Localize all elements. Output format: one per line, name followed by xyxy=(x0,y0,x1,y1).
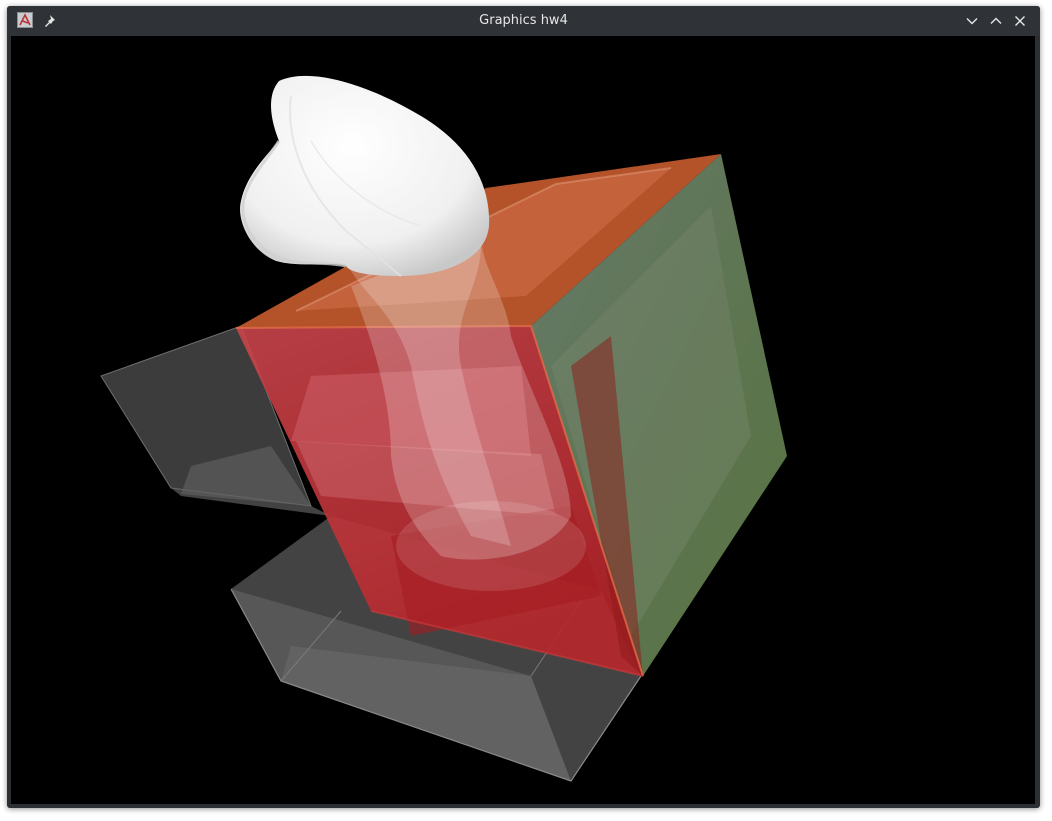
window-title: Graphics hw4 xyxy=(479,13,568,28)
scene-render xyxy=(100,75,787,782)
chevron-down-icon xyxy=(966,18,978,25)
app-window: Graphics hw4 xyxy=(7,6,1040,808)
close-icon xyxy=(1015,16,1025,26)
maximize-button[interactable] xyxy=(988,13,1004,29)
render-canvas[interactable] xyxy=(11,36,1035,804)
title-bar[interactable]: Graphics hw4 xyxy=(7,6,1040,36)
minimize-button[interactable] xyxy=(964,13,980,29)
close-button[interactable] xyxy=(1012,13,1028,29)
chevron-up-icon xyxy=(990,17,1002,24)
white-object xyxy=(240,75,490,277)
